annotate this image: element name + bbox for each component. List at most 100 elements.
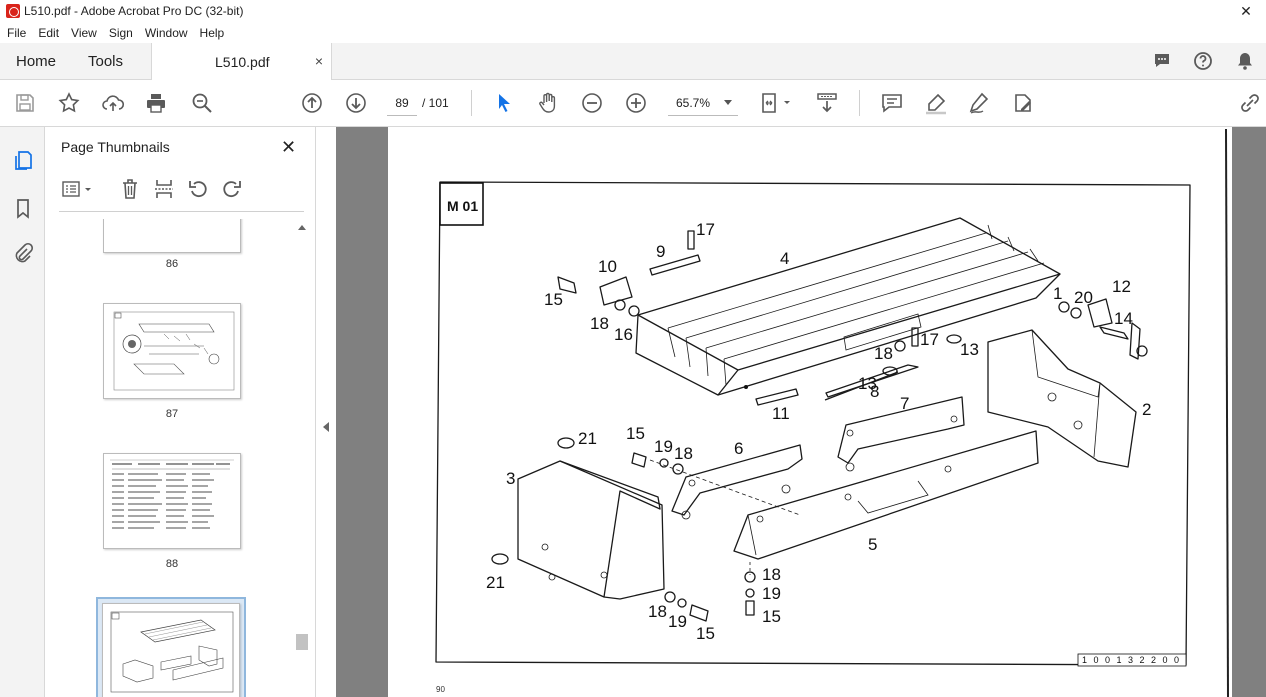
add-comment-icon[interactable]: [880, 91, 904, 115]
fill-sign-icon[interactable]: [1011, 91, 1035, 115]
callout-10: 10: [598, 257, 617, 276]
page-number-input[interactable]: 89: [387, 90, 417, 116]
tab-tools[interactable]: Tools: [88, 53, 123, 70]
thumbnail-label: 87: [165, 408, 179, 420]
thumbnail-page-89[interactable]: [102, 603, 240, 697]
part-15-screw-mid: [631, 452, 647, 468]
callout-17-top: 17: [696, 220, 715, 239]
hand-tool-icon[interactable]: [536, 91, 560, 115]
previous-page-icon[interactable]: [300, 91, 324, 115]
link-share-icon[interactable]: [1238, 91, 1262, 115]
menu-help[interactable]: Help: [194, 26, 231, 40]
tab-home[interactable]: Home: [16, 53, 56, 70]
thumbnail-list: 86 87 88: [59, 219, 295, 697]
zoom-out-icon[interactable]: [580, 91, 604, 115]
thumbnail-drawing-89: [110, 611, 234, 693]
bookmarks-icon[interactable]: [12, 197, 34, 219]
part-2-side-cover: [987, 329, 1137, 468]
save-icon[interactable]: [13, 91, 37, 115]
thumbnail-scrollbar[interactable]: [295, 222, 309, 697]
rotate-clockwise-icon[interactable]: [221, 177, 243, 201]
callout-15-top: 15: [544, 290, 563, 309]
collapse-arrow-icon: [323, 422, 329, 432]
comment-icon[interactable]: [1152, 51, 1172, 71]
print-icon[interactable]: [144, 91, 168, 115]
panel-close-button[interactable]: ✕: [281, 137, 296, 158]
callout-12: 12: [1112, 277, 1131, 296]
document-viewport[interactable]: .ln{fill:none;stroke:#1a1a1a;stroke-widt…: [336, 127, 1266, 697]
zoom-in-icon[interactable]: [624, 91, 648, 115]
callout-9: 9: [656, 242, 665, 261]
tab-close-button[interactable]: ×: [315, 53, 323, 69]
page-footer-number: 90: [436, 685, 445, 694]
callout-15-bottom-left: 15: [696, 624, 715, 643]
menu-file[interactable]: File: [0, 26, 32, 40]
part-21-plug-left: [491, 553, 509, 565]
select-cursor-icon[interactable]: [492, 91, 516, 115]
callout-4: 4: [780, 249, 789, 268]
callout-13-left: 13: [858, 374, 877, 393]
thumbnail-page-87[interactable]: [103, 303, 241, 399]
notification-bell-icon[interactable]: [1235, 51, 1255, 71]
zoom-level-select[interactable]: 65.7%: [668, 90, 738, 116]
thumbnail-label: 86: [165, 258, 179, 270]
callout-18-top: 18: [590, 314, 609, 333]
help-icon[interactable]: [1193, 51, 1213, 71]
callout-13-right: 13: [960, 340, 979, 359]
scrollbar-thumb[interactable]: [296, 634, 308, 650]
part-21-plug-top: [557, 437, 575, 449]
part-17-pin-right: [911, 327, 919, 347]
menu-bar: File Edit View Sign Window Help: [0, 22, 1266, 43]
thumbnail-page-88[interactable]: [103, 453, 241, 549]
callout-19-mid: 19: [654, 437, 673, 456]
extract-page-icon[interactable]: [153, 177, 175, 201]
scroll-mode-icon[interactable]: [815, 91, 839, 115]
rotate-counterclockwise-icon[interactable]: [187, 177, 209, 201]
window-title: L510.pdf - Adobe Acrobat Pro DC (32-bit): [24, 4, 244, 18]
part-15-screw-bottom-left: [689, 604, 709, 622]
thumbnail-selected-page-89[interactable]: [96, 597, 246, 697]
tab-document[interactable]: L510.pdf ×: [151, 43, 332, 80]
menu-window[interactable]: Window: [139, 26, 194, 40]
callout-21-left: 21: [486, 573, 505, 592]
panel-title: Page Thumbnails: [61, 139, 170, 155]
zoom-search-icon[interactable]: [190, 91, 214, 115]
callout-17-right: 17: [920, 330, 939, 349]
thumbnail-page-86[interactable]: [103, 219, 241, 253]
thumbnail-toolbar: [57, 177, 307, 203]
acrobat-logo-icon: [6, 4, 20, 18]
zoom-level-value: 65.7%: [676, 96, 711, 110]
callout-19-bottom-left: 19: [668, 612, 687, 631]
highlight-pen-icon[interactable]: [924, 91, 948, 115]
callout-18-bottom-left: 18: [648, 602, 667, 621]
bookmark-star-icon[interactable]: [57, 91, 81, 115]
menu-view[interactable]: View: [65, 26, 103, 40]
callout-7: 7: [900, 394, 909, 413]
next-page-icon[interactable]: [344, 91, 368, 115]
toolbar-separator: [471, 90, 472, 116]
scroll-up-arrow-icon[interactable]: [298, 225, 306, 230]
panel-collapse-handle[interactable]: [315, 127, 336, 697]
attachments-icon[interactable]: [12, 242, 34, 264]
pdf-page: .ln{fill:none;stroke:#1a1a1a;stroke-widt…: [388, 127, 1232, 697]
callout-5: 5: [868, 535, 877, 554]
callout-6: 6: [734, 439, 743, 458]
callout-18-screw: 18: [674, 444, 693, 463]
main-toolbar: 89 / 101 65.7%: [0, 80, 1266, 127]
page-thumbnails-icon[interactable]: [12, 149, 34, 171]
menu-sign[interactable]: Sign: [103, 26, 139, 40]
menu-edit[interactable]: Edit: [32, 26, 65, 40]
exploded-parts-drawing: .ln{fill:none;stroke:#1a1a1a;stroke-widt…: [435, 128, 1229, 697]
navigation-rail: [0, 127, 45, 697]
part-18-washer-top: [894, 340, 906, 352]
window-close-button[interactable]: ✕: [1236, 3, 1256, 20]
bracket-assembly-right: [1058, 298, 1148, 360]
options-menu-icon[interactable]: [61, 177, 95, 201]
page-fit-icon[interactable]: [760, 91, 794, 115]
thumbnail-drawing-87: [113, 311, 235, 391]
callout-15-mid: 15: [626, 424, 645, 443]
upload-cloud-icon[interactable]: [101, 91, 125, 115]
draw-freehand-icon[interactable]: [967, 91, 991, 115]
delete-page-icon[interactable]: [119, 177, 141, 201]
callout-16: 16: [614, 325, 633, 344]
